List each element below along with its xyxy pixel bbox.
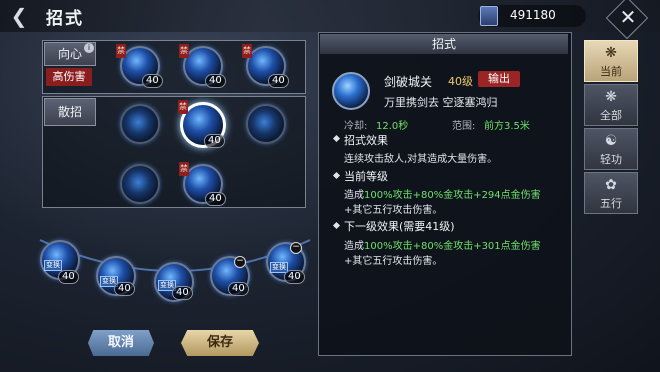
currency-value: 491180 xyxy=(510,8,556,22)
range-label: 范围: xyxy=(452,121,476,132)
cancel-button[interactable]: 取消 xyxy=(88,330,154,356)
tab-all[interactable]: ❋ 全部 xyxy=(584,84,638,126)
tab-qinggong[interactable]: ☯ 轻功 xyxy=(584,128,638,170)
page-title: 招式 xyxy=(46,9,84,29)
next-level-text: 造成100%攻击+80%金攻击+301点金伤害 xyxy=(344,241,541,252)
spiral-icon: ❋ xyxy=(605,89,617,105)
skill-name: 剑破城关 xyxy=(384,75,433,89)
tab-wuxing[interactable]: ✿ 五行 xyxy=(584,172,638,214)
skill-level: 40 xyxy=(284,270,305,284)
current-level-text-2: +其它五行攻击伤害。 xyxy=(344,205,443,216)
tag-badge: 禁 xyxy=(179,44,189,58)
current-level-title: 当前等级 xyxy=(344,170,388,183)
tag-badge: 禁 xyxy=(178,100,188,114)
info-panel-header: 招式 xyxy=(320,34,568,54)
save-button[interactable]: 保存 xyxy=(181,330,259,356)
skill-level: 40 xyxy=(205,74,226,88)
skill-level: 40 xyxy=(204,134,225,148)
effect-text: 连续攻击敌人,对其造成大量伤害。 xyxy=(344,154,498,165)
selected-skill-icon xyxy=(332,72,370,110)
tag-badge: 禁 xyxy=(116,44,126,58)
qinggong-icon: ☯ xyxy=(604,133,618,149)
skill-description: 万里携剑去 空逐塞鸿归 xyxy=(384,96,498,109)
high-damage-badge: 高伤害 xyxy=(46,68,92,86)
remove-icon[interactable]: − xyxy=(234,256,246,268)
group-label-sanzhao[interactable]: 散招 xyxy=(44,98,96,126)
tab-current[interactable]: ❋ 当前 xyxy=(584,40,638,82)
current-level-text: 造成100%攻击+80%金攻击+294点金伤害 xyxy=(344,190,541,201)
skill-slot[interactable] xyxy=(120,164,160,204)
next-level-text-2: +其它五行攻击伤害。 xyxy=(344,256,443,267)
cooldown-value: 12.0秒 xyxy=(376,121,409,132)
book-icon xyxy=(480,6,498,26)
wuxing-icon: ✿ xyxy=(605,177,617,193)
tag-badge: 禁 xyxy=(179,162,189,176)
range-value: 前方3.5米 xyxy=(484,121,530,132)
info-icon[interactable]: i xyxy=(84,43,94,53)
skill-slot[interactable] xyxy=(246,104,286,144)
skill-level: 40 xyxy=(114,282,135,296)
cooldown-label: 冷却: xyxy=(344,121,368,132)
skill-level: 40 xyxy=(142,74,163,88)
skill-level: 40 xyxy=(228,282,249,296)
swap-label: 变换 xyxy=(44,260,62,271)
close-icon[interactable]: ✕ xyxy=(614,3,642,31)
spiral-icon: ❋ xyxy=(605,45,617,61)
skill-type-badge: 输出 xyxy=(478,71,520,87)
tag-badge: 禁 xyxy=(242,44,252,58)
skill-level: 40 xyxy=(268,74,289,88)
skill-level: 40 xyxy=(58,270,79,284)
remove-icon[interactable]: − xyxy=(290,242,302,254)
back-arrow-icon[interactable]: ❮ xyxy=(8,5,30,27)
effect-title: 招式效果 xyxy=(344,134,388,147)
skill-slot[interactable] xyxy=(120,104,160,144)
skill-level: 40 xyxy=(205,192,226,206)
skill-level-text: 40级 xyxy=(448,75,473,88)
next-level-title: 下一级效果(需要41级) xyxy=(344,220,455,233)
skill-level: 40 xyxy=(172,286,193,300)
